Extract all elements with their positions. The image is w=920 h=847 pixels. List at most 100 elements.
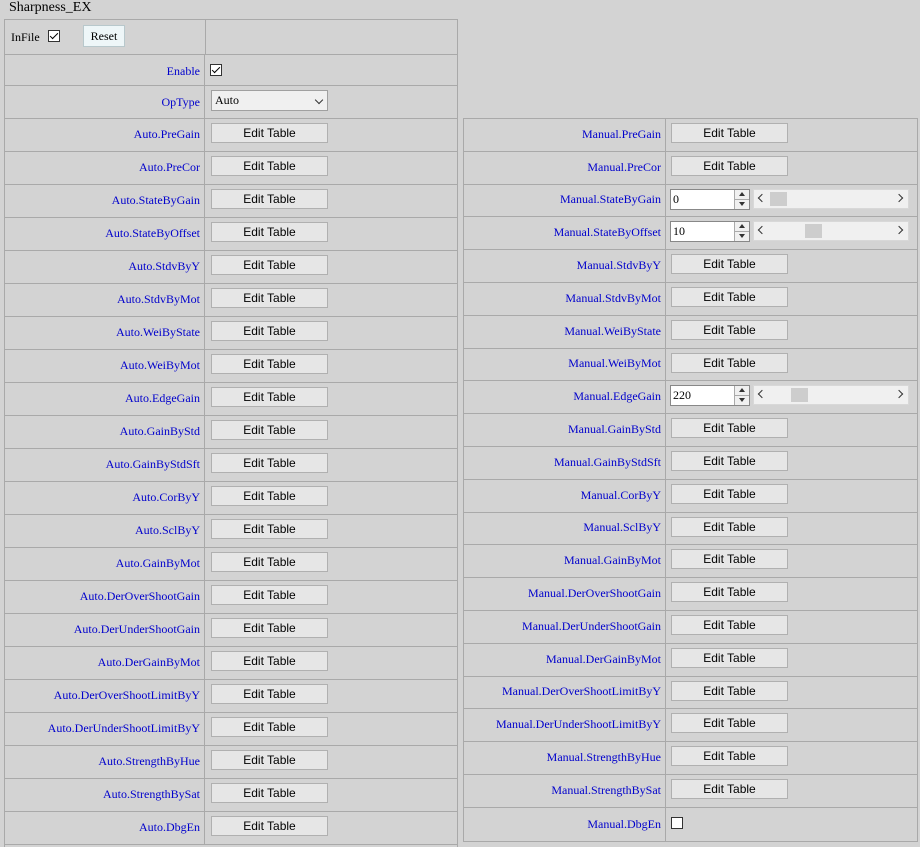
edit-table-button[interactable]: Edit Table	[211, 783, 328, 803]
value-spinbox[interactable]: 10	[670, 221, 750, 243]
table-row: Manual.StateByGain 0	[464, 184, 917, 218]
value-slider[interactable]	[753, 221, 909, 242]
enable-label: Enable	[5, 55, 205, 85]
param-label: Auto.WeiByMot	[5, 350, 205, 382]
optype-select-value: Auto	[215, 93, 239, 107]
edit-table-button[interactable]: Edit Table	[211, 420, 328, 440]
edit-table-button[interactable]: Edit Table	[211, 321, 328, 341]
param-label: Manual.CorByY	[464, 479, 666, 512]
edit-table-button[interactable]: Edit Table	[211, 189, 328, 209]
param-label: Auto.PreCor	[5, 152, 205, 184]
edit-table-button[interactable]: Edit Table	[671, 123, 788, 143]
param-label: Manual.StateByGain	[464, 184, 666, 217]
reset-button[interactable]: Reset	[83, 25, 125, 47]
spin-up-icon[interactable]	[734, 189, 749, 200]
table-row: Manual.CorByY Edit Table	[464, 479, 917, 513]
edit-table-button[interactable]: Edit Table	[671, 549, 788, 570]
table-row: Auto.StdvByY Edit Table	[5, 251, 457, 284]
edit-table-button[interactable]: Edit Table	[211, 750, 328, 770]
spin-down-icon[interactable]	[734, 232, 749, 242]
edit-table-button[interactable]: Edit Table	[671, 713, 788, 734]
edit-table-button[interactable]: Edit Table	[211, 486, 328, 506]
edit-table-button[interactable]: Edit Table	[671, 418, 788, 439]
optype-select[interactable]: Auto	[211, 90, 328, 111]
edit-table-button[interactable]: Edit Table	[671, 155, 788, 176]
spin-down-icon[interactable]	[734, 396, 749, 406]
infile-label: InFile	[11, 30, 40, 44]
edit-table-button[interactable]: Edit Table	[671, 779, 788, 799]
edit-table-button[interactable]: Edit Table	[211, 618, 328, 638]
spinbox-value: 10	[673, 224, 685, 239]
edit-table-button[interactable]: Edit Table	[671, 680, 788, 701]
table-row: Manual.DerOverShootGain Edit Table	[464, 578, 917, 611]
enable-checkbox[interactable]	[210, 64, 222, 76]
chevron-right-icon[interactable]	[894, 390, 904, 399]
param-label: Auto.DerUnderShootGain	[5, 614, 205, 646]
param-label: Manual.StdvByMot	[464, 283, 666, 315]
value-spinbox[interactable]: 220	[670, 385, 750, 407]
edit-table-button[interactable]: Edit Table	[211, 288, 328, 308]
table-row: Manual.GainByStdSft Edit Table	[464, 447, 917, 480]
edit-table-button[interactable]: Edit Table	[211, 717, 328, 737]
edit-table-button[interactable]: Edit Table	[211, 453, 328, 473]
param-label: Auto.GainByStd	[5, 416, 205, 448]
edit-table-button[interactable]: Edit Table	[211, 156, 328, 176]
edit-table-button[interactable]: Edit Table	[671, 615, 788, 635]
table-row: Auto.PreCor Edit Table	[5, 152, 457, 185]
param-label: Auto.StrengthByHue	[5, 746, 205, 778]
spin-up-icon[interactable]	[734, 222, 749, 233]
table-row: Auto.StateByGain Edit Table	[5, 185, 457, 218]
slider-thumb[interactable]	[805, 224, 823, 239]
param-label: Manual.GainByStdSft	[464, 447, 666, 479]
chevron-left-icon[interactable]	[757, 226, 767, 235]
edit-table-button[interactable]: Edit Table	[211, 123, 328, 143]
edit-table-button[interactable]: Edit Table	[211, 387, 328, 407]
edit-table-button[interactable]: Edit Table	[211, 519, 328, 539]
table-row: Auto.SclByY Edit Table	[5, 515, 457, 548]
edit-table-button[interactable]: Edit Table	[211, 354, 328, 374]
optype-row: OpType Auto	[5, 86, 457, 119]
edit-table-button[interactable]: Edit Table	[211, 255, 328, 275]
edit-table-button[interactable]: Edit Table	[671, 516, 788, 537]
chevron-right-icon[interactable]	[894, 226, 904, 235]
value-slider[interactable]	[753, 385, 909, 406]
slider-thumb[interactable]	[791, 388, 809, 403]
spin-down-icon[interactable]	[734, 199, 749, 209]
value-spinbox[interactable]: 0	[670, 188, 750, 210]
edit-table-button[interactable]: Edit Table	[671, 582, 788, 603]
edit-table-button[interactable]: Edit Table	[671, 746, 788, 767]
param-label: Manual.PreCor	[464, 151, 666, 184]
chevron-left-icon[interactable]	[757, 390, 767, 399]
table-row: Manual.StateByOffset 10	[464, 217, 917, 251]
param-label: Manual.GainByStd	[464, 414, 666, 446]
param-label: Manual.SclByY	[464, 512, 666, 545]
header-row: InFile Reset	[5, 20, 457, 55]
chevron-left-icon[interactable]	[757, 193, 767, 202]
param-label: Manual.StateByOffset	[464, 217, 666, 250]
value-slider[interactable]	[753, 188, 909, 209]
page-title: Sharpness_EX	[9, 0, 92, 15]
param-label: Manual.StrengthBySat	[464, 775, 666, 807]
spin-up-icon[interactable]	[734, 386, 749, 397]
edit-table-button[interactable]: Edit Table	[211, 222, 328, 242]
auto-params-panel: InFile Reset Enable OpType Auto Auto.Pre…	[4, 19, 458, 847]
chevron-right-icon[interactable]	[894, 193, 904, 202]
dbg-checkbox[interactable]	[671, 816, 683, 829]
param-label: Manual.DerOverShootGain	[464, 578, 666, 610]
edit-table-button[interactable]: Edit Table	[211, 585, 328, 605]
edit-table-button[interactable]: Edit Table	[671, 319, 788, 340]
edit-table-button[interactable]: Edit Table	[211, 651, 328, 671]
param-label: Manual.GainByMot	[464, 545, 666, 578]
edit-table-button[interactable]: Edit Table	[671, 483, 788, 504]
param-label: Auto.GainByMot	[5, 548, 205, 580]
edit-table-button[interactable]: Edit Table	[671, 352, 788, 373]
edit-table-button[interactable]: Edit Table	[671, 451, 788, 471]
edit-table-button[interactable]: Edit Table	[671, 287, 788, 307]
infile-checkbox[interactable]	[48, 30, 60, 42]
edit-table-button[interactable]: Edit Table	[671, 254, 788, 275]
slider-thumb[interactable]	[770, 191, 787, 206]
edit-table-button[interactable]: Edit Table	[211, 552, 328, 572]
edit-table-button[interactable]: Edit Table	[211, 684, 328, 704]
edit-table-button[interactable]: Edit Table	[671, 647, 788, 668]
edit-table-button[interactable]: Edit Table	[211, 816, 328, 836]
